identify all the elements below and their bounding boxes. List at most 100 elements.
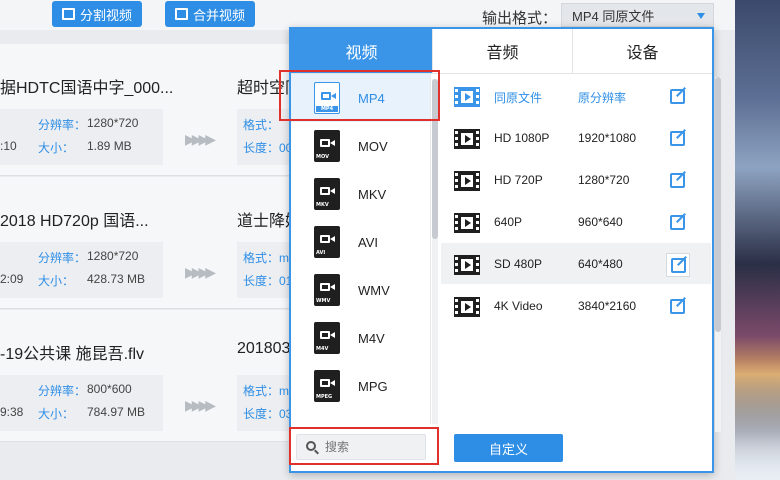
resolution-value: 原分辨率 [578,91,627,105]
caret-down-icon [697,13,705,19]
format-label: MP4 [358,90,385,106]
format-list: MP4 MP4 MOV MOV MKV MKV AVI AVI WMV WMV … [291,74,431,424]
output-length-field: 长度：00 [243,141,290,155]
quality-label: 640P [494,215,523,229]
output-format-select[interactable]: MP4 同原文件 [561,3,714,27]
resolution-row[interactable]: SD 480P 640*480 [441,243,711,284]
resolution-row[interactable]: 同原文件 原分辨率 [441,75,711,116]
resolution-value: 960*640 [578,215,623,229]
resolution-list-scrollbar[interactable] [715,77,721,432]
file-row[interactable]: 据HDTC国语中字_000... 分辨率： 1280*720 :10 大小： 1… [0,44,301,176]
resolution-row[interactable]: 640P 960*640 [441,201,711,242]
file-row[interactable]: -19公共课 施昆吾.flv 分辨率： 800*600 9:38 大小： 784… [0,310,290,442]
format-item-m4v[interactable]: M4V M4V [291,314,430,362]
scrollbar-thumb[interactable] [432,79,438,239]
quality-label: HD 1080P [494,131,550,145]
watermark-logo: Bai 经验 [598,416,706,446]
format-item-wmv[interactable]: WMV WMV [291,266,430,314]
format-label: M4V [358,330,385,346]
resolution-label: 分辨率： [38,384,87,398]
mp4-file-icon: MP4 [314,82,340,114]
format-list-scrollbar[interactable] [432,79,438,424]
film-icon [454,129,480,149]
resolution-value: 1920*1080 [578,131,637,145]
background-snow [735,360,780,480]
output-info: 格式：m 长度：03 [237,375,290,431]
duration-value: :10 [0,139,17,153]
scrollbar-thumb[interactable] [715,77,721,332]
split-video-label: 分割视频 [80,7,133,23]
search-input[interactable] [325,438,423,456]
edit-icon[interactable] [666,211,690,235]
format-search-box [296,434,426,460]
resolution-label: 分辨率： [38,118,87,132]
merge-video-button[interactable]: 合并视频 [165,1,256,27]
film-icon [454,255,480,275]
output-length-field: 长度：01 [243,274,290,288]
resolution-label: 分辨率： [38,251,87,265]
watermark-url: jingyan.baidu.com [608,444,710,457]
format-item-mp4[interactable]: MP4 MP4 [291,74,430,122]
background-photo [735,0,780,480]
tab-audio[interactable]: 音频 [432,29,572,74]
tab-video[interactable]: 视频 [291,29,432,74]
split-video-button[interactable]: 分割视频 [52,1,143,27]
file-info: 分辨率： 800*600 9:38 大小： 784.97 MB [0,375,163,431]
resolution-value: 640*480 [578,257,623,271]
output-format-value: MP4 同原文件 [572,8,655,24]
resolution-value: 1280*720 [87,116,139,130]
quality-label: SD 480P [494,257,543,271]
format-item-avi[interactable]: AVI AVI [291,218,430,266]
convert-arrows-icon: ▶▶▶▶ [185,397,216,413]
format-label: WMV [358,282,390,298]
film-icon [454,171,480,191]
format-tabs: 视频 音频 设备 [291,29,712,74]
format-label: MPG [358,378,388,394]
quality-label: 同原文件 [494,91,543,105]
size-value: 784.97 MB [87,405,146,419]
resolution-row[interactable]: 4K Video 3840*2160 [441,285,711,326]
m4v-file-icon: M4V [314,322,340,354]
mpg-file-icon: MPEG [314,370,340,402]
size-label: 大小： [38,274,75,288]
output-format-label: 输出格式： [482,10,558,27]
quality-label: HD 720P [494,173,543,187]
quality-label: 4K Video [494,299,543,313]
edit-icon[interactable] [666,127,690,151]
convert-arrows-icon: ▶▶▶▶ [185,264,216,280]
resolution-value: 1280*720 [578,173,630,187]
resolution-value: 800*600 [87,382,132,396]
edit-icon[interactable] [666,253,690,277]
custom-button[interactable]: 自定义 [454,434,563,462]
merge-video-label: 合并视频 [193,7,246,23]
size-label: 大小： [38,141,75,155]
format-label: MKV [358,186,387,202]
file-row[interactable]: 2018 HD720p 国语... 分辨率： 1280*720 2:09 大小：… [0,177,301,309]
resolution-row[interactable]: HD 1080P 1920*1080 [441,117,711,158]
output-file-name: 201803 [237,340,291,357]
resolution-row[interactable]: HD 720P 1280*720 [441,159,711,200]
mov-file-icon: MOV [314,130,340,162]
format-label: AVI [358,234,378,250]
format-item-mpg[interactable]: MPEG MPG [291,362,430,410]
tab-device[interactable]: 设备 [572,29,712,74]
edit-icon[interactable] [666,295,690,319]
format-item-mkv[interactable]: MKV MKV [291,170,430,218]
output-info: 格式： 长度：00 [237,109,290,165]
format-item-mov[interactable]: MOV MOV [291,122,430,170]
film-icon [454,213,480,233]
format-label: MOV [358,138,388,154]
file-info: 分辨率： 1280*720 :10 大小： 1.89 MB [0,109,163,165]
resolution-value: 1280*720 [87,249,139,263]
output-format-field: 格式：m [243,384,289,398]
merge-icon [175,8,188,20]
file-name: -19公共课 施昆吾.flv [0,346,145,363]
film-icon [454,297,480,317]
edit-icon[interactable] [666,85,690,109]
top-toolbar: 分割视频 合并视频 输出格式： MP4 同原文件 [0,0,735,30]
output-info: 格式：m 长度：01 [237,242,290,298]
avi-file-icon: AVI [314,226,340,258]
edit-icon[interactable] [666,169,690,193]
mkv-file-icon: MKV [314,178,340,210]
duration-value: 2:09 [0,272,24,286]
